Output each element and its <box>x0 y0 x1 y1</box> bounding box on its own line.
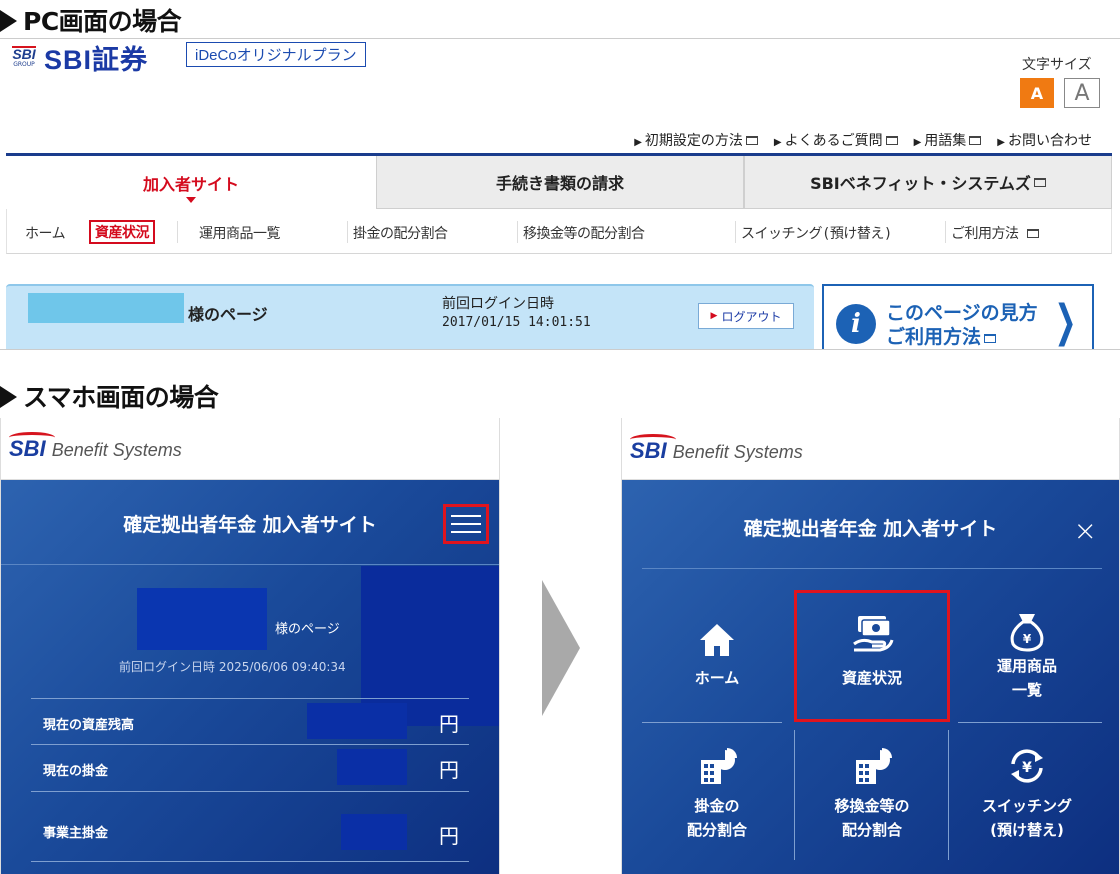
new-window-icon <box>984 334 997 343</box>
subnav-products[interactable]: 運用商品一覧 <box>199 223 281 243</box>
triangle-bullet-icon <box>0 386 17 408</box>
employer-contribution-row: 事業主掛金 円 <box>31 792 469 862</box>
balance-row: 現在の資産残高 円 <box>31 698 469 745</box>
new-window-icon <box>1033 177 1046 187</box>
brand-name: SBI証券 <box>44 44 149 75</box>
masked-value <box>307 703 407 739</box>
sbi-benefit-logo[interactable]: SBI Benefit Systems <box>630 434 803 464</box>
masked-value <box>337 749 407 785</box>
tab-forms-request[interactable]: 手続き書類の請求 <box>376 156 744 209</box>
menu-contribution-ratio[interactable]: 掛金の 配分割合 <box>642 738 792 858</box>
sp-header: SBI Benefit Systems <box>622 418 1119 480</box>
yen-cycle-icon: ¥ <box>1011 749 1043 783</box>
sp-header: SBI Benefit Systems <box>1 418 499 480</box>
triangle-bullet-icon <box>0 10 17 32</box>
sbi-benefit-logo[interactable]: SBI Benefit Systems <box>9 432 182 462</box>
tab-benefit-systems[interactable]: SBIベネフィット・システムズ <box>744 156 1112 209</box>
link-initial-setup[interactable]: ▶ 初期設定の方法 <box>634 130 758 150</box>
menu-assets[interactable]: 資産状況 <box>797 598 947 718</box>
masked-value <box>341 814 407 850</box>
caret-down-icon <box>186 197 196 203</box>
user-page-label: 様のページ <box>188 305 268 324</box>
calculator-pie-icon <box>701 748 737 784</box>
last-login: 前回ログイン日時 2025/06/06 09:40:34 <box>119 660 346 674</box>
money-bag-icon: ¥ <box>1010 614 1044 652</box>
arrow-right-icon: ▶ <box>634 137 642 148</box>
close-icon[interactable]: × <box>1074 514 1097 547</box>
user-page-label: 様のページ <box>275 622 340 637</box>
menu-products[interactable]: ¥ 運用商品 一覧 <box>952 598 1102 718</box>
info-icon: i <box>836 304 876 344</box>
subnav-transfer-ratio[interactable]: 移換金等の配分割合 <box>523 223 645 243</box>
sbi-badge-icon: SBI GROUP <box>12 46 36 68</box>
masked-user-name <box>28 293 184 323</box>
logout-button[interactable]: ▶ ログアウト <box>698 303 794 329</box>
sp-section-title: スマホ画面の場合 <box>0 378 219 414</box>
svg-text:¥: ¥ <box>1023 632 1032 646</box>
transition-arrow-icon <box>542 580 580 716</box>
subnav-contribution-ratio[interactable]: 掛金の配分割合 <box>353 223 448 243</box>
arrow-right-icon: ▶ <box>710 311 718 321</box>
sub-navigation: ホーム 資産状況 運用商品一覧 掛金の配分割合 移換金等の配分割合 スイッチング… <box>6 209 1112 254</box>
link-contact[interactable]: ▶ お問い合わせ <box>997 130 1092 150</box>
pc-screen: SBI GROUP SBI証券 iDeCoオリジナルプラン 文字サイズ A A … <box>0 38 1120 350</box>
font-size-large-button[interactable]: A <box>1064 78 1100 108</box>
help-guide-button[interactable]: i このページの見方 ご利用方法 ❯ <box>822 284 1094 349</box>
sbi-logo[interactable]: SBI GROUP SBI証券 <box>10 42 148 75</box>
font-size-small-button[interactable]: A <box>1020 78 1054 108</box>
last-login-value: 2017/01/15 14:01:51 <box>442 315 591 330</box>
site-title: 確定拠出者年金 加入者サイト <box>123 514 377 536</box>
hamburger-menu-icon[interactable] <box>443 504 489 544</box>
sp-screen-home: SBI Benefit Systems 確定拠出者年金 加入者サイト 様のページ … <box>0 418 500 874</box>
site-title: 確定拠出者年金 加入者サイト <box>743 518 998 540</box>
masked-user-name <box>137 588 267 650</box>
sp-screen-menu: SBI Benefit Systems 確定拠出者年金 加入者サイト × ホーム … <box>621 418 1120 874</box>
pc-section-title: PC画面の場合 <box>0 2 182 38</box>
link-glossary[interactable]: ▶ 用語集 <box>914 130 982 150</box>
subnav-usage[interactable]: ご利用方法 <box>951 223 1039 243</box>
menu-switching[interactable]: ¥ スイッチング (預け替え) <box>952 738 1102 858</box>
last-login-label: 前回ログイン日時 <box>442 296 554 312</box>
new-window-icon <box>745 136 758 145</box>
tab-member-site[interactable]: 加入者サイト <box>6 156 376 209</box>
font-size-label: 文字サイズ <box>1022 57 1092 73</box>
contribution-row: 現在の掛金 円 <box>31 745 469 792</box>
chevron-right-icon: ❯ <box>1054 296 1077 347</box>
menu-transfer-ratio[interactable]: 移換金等の 配分割合 <box>797 738 947 858</box>
subnav-switching[interactable]: スイッチング(預け替え) <box>741 223 892 243</box>
new-window-icon <box>969 136 982 145</box>
home-icon <box>700 624 734 656</box>
new-window-icon <box>1026 229 1039 238</box>
arrow-right-icon: ▶ <box>913 137 922 148</box>
new-window-icon <box>885 136 898 145</box>
calculator-pie-icon <box>856 748 892 784</box>
plan-label: iDeCoオリジナルプラン <box>186 42 366 67</box>
link-faq[interactable]: ▶ よくあるご質問 <box>774 130 898 150</box>
arrow-right-icon: ▶ <box>997 137 1005 148</box>
money-hand-icon <box>853 616 894 652</box>
menu-home[interactable]: ホーム <box>642 598 792 718</box>
svg-text:¥: ¥ <box>1022 760 1032 776</box>
top-links: ▶ 初期設定の方法 ▶ よくあるご質問 ▶ 用語集 ▶ お問い合わせ <box>634 130 1092 150</box>
arrow-right-icon: ▶ <box>773 137 782 148</box>
subnav-assets[interactable]: 資産状況 <box>89 220 155 244</box>
subnav-home[interactable]: ホーム <box>25 223 66 243</box>
